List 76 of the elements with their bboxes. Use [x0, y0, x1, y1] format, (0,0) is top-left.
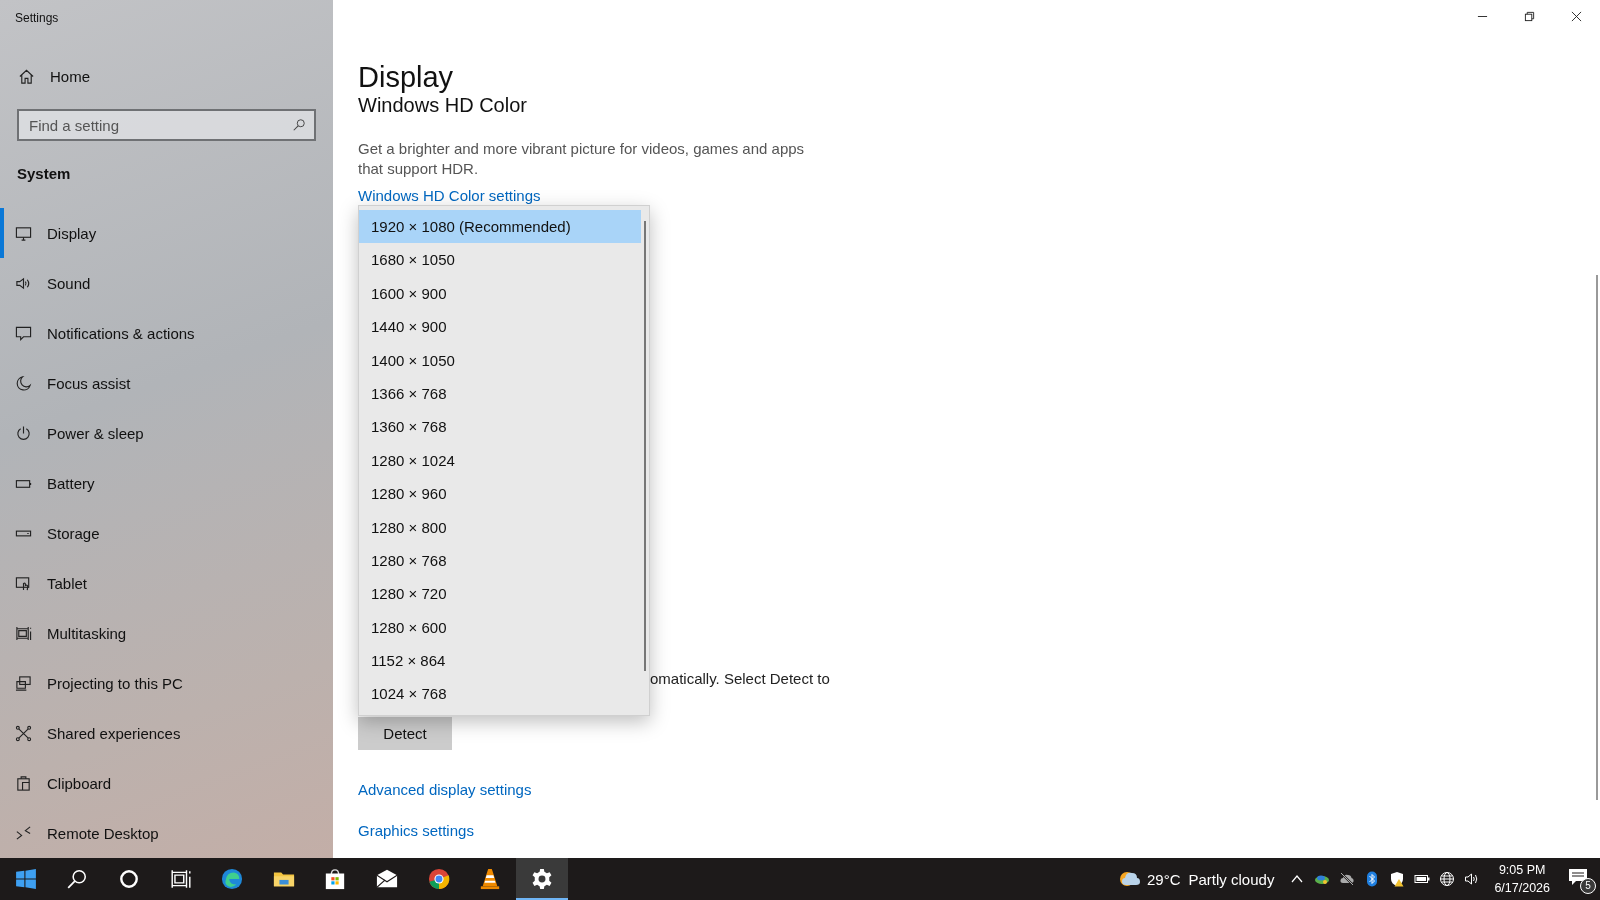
nav-item[interactable]: Remote Desktop [0, 808, 333, 858]
restore-icon [1524, 10, 1535, 22]
nav-item[interactable]: Sound [0, 258, 333, 308]
task-view-icon [169, 868, 192, 890]
circle-icon [118, 868, 140, 890]
dropdown-option[interactable]: 1600 × 900 [359, 276, 641, 311]
multitasking-icon [15, 624, 32, 642]
nav-item[interactable]: Shared experiences [0, 708, 333, 758]
dropdown-option[interactable]: 1440 × 900 [359, 310, 641, 344]
dropdown-option[interactable]: 1280 × 600 [359, 610, 641, 645]
nav-item[interactable]: Storage [0, 508, 333, 558]
home-icon [18, 68, 35, 85]
envelope-icon [375, 868, 398, 890]
speech-bubble-icon [15, 324, 32, 342]
moon-icon [15, 374, 32, 392]
clipboard-icon [15, 774, 32, 792]
nav-item[interactable]: Display [0, 208, 333, 258]
speaker-icon[interactable] [1463, 871, 1480, 887]
scroll-thumb[interactable] [644, 221, 646, 671]
notification-count-badge: 5 [1580, 878, 1596, 894]
nav-item[interactable]: Clipboard [0, 758, 333, 808]
gear-icon [530, 868, 553, 890]
description-text: Get a brighter and more vibrant picture for videos, games and apps that support HDR. [358, 139, 806, 179]
chrome-icon [427, 868, 450, 890]
hdr-settings-link[interactable]: Windows HD Color settings [358, 186, 541, 206]
nav-item[interactable]: Multitasking [0, 608, 333, 658]
clock-time[interactable]: 9:05 PM [1498, 861, 1546, 879]
clock-date[interactable]: 6/17/2026 [1494, 879, 1550, 897]
nav-item[interactable]: Focus assist [0, 358, 333, 408]
temperature-text[interactable]: 29°C [1147, 870, 1181, 888]
dropdown-option[interactable]: 1360 × 768 [359, 410, 641, 444]
scrollbar[interactable] [1596, 275, 1598, 800]
nav-item[interactable]: Power & sleep [0, 408, 333, 458]
monitor-icon [15, 224, 32, 242]
settings-link[interactable]: Advanced display settings [358, 780, 532, 800]
page-title: Display [358, 60, 454, 94]
dropdown-option[interactable]: 1024 × 768 [359, 677, 641, 711]
windows-logo-icon [14, 868, 37, 890]
section-heading: System [17, 165, 71, 182]
search-field[interactable]: Find a setting [17, 109, 316, 141]
nav-item[interactable]: Projecting to this PC [0, 658, 333, 708]
dropdown-option[interactable]: 1280 × 800 [359, 510, 641, 544]
nav-item[interactable]: Tablet [0, 558, 333, 608]
dropdown-option[interactable]: 1680 × 1050 [359, 243, 641, 277]
search-icon [66, 868, 89, 890]
remote-desktop-icon [15, 824, 32, 842]
tablet-icon [15, 574, 32, 592]
weather-text[interactable]: Partly cloudy [1188, 870, 1275, 888]
projector-icon [15, 674, 32, 692]
search-icon [292, 118, 306, 132]
dropdown-option[interactable]: 1280 × 960 [359, 477, 641, 511]
description-text: omatically. Select Detect to [650, 669, 830, 689]
settings-taskbar-button[interactable] [515, 858, 568, 900]
settings-link[interactable]: Graphics settings [358, 821, 474, 841]
window-title: Settings [15, 11, 59, 25]
detect-button[interactable]: Detect [358, 717, 452, 750]
dropdown-option[interactable]: 1280 × 1024 [359, 443, 641, 478]
browser-wave-icon [221, 868, 244, 890]
dropdown-option[interactable]: 1400 × 1050 [359, 343, 641, 377]
dropdown-option[interactable]: 1280 × 720 [359, 577, 641, 611]
section-heading: Windows HD Color [358, 94, 527, 116]
shield-warning-icon[interactable] [1388, 871, 1405, 887]
nav-item[interactable]: Notifications & actions [0, 308, 333, 358]
close-icon [1571, 10, 1582, 22]
cloud-off-icon[interactable] [1338, 871, 1355, 887]
shopping-bag-icon [324, 868, 347, 890]
dropdown-option[interactable]: 1280 × 768 [359, 543, 641, 578]
dropdown-option[interactable]: 1366 × 768 [359, 376, 641, 411]
shared-nodes-icon [15, 724, 32, 742]
globe-icon[interactable] [1438, 871, 1455, 887]
nav-item[interactable]: Battery [0, 458, 333, 508]
power-icon [15, 424, 32, 442]
traffic-cone-icon [479, 868, 502, 890]
home-link[interactable]: Home [18, 68, 90, 85]
dropdown-option[interactable]: 1152 × 864 [359, 644, 641, 678]
dropdown-option[interactable]: 1920 × 1080 (Recommended) [359, 210, 641, 244]
